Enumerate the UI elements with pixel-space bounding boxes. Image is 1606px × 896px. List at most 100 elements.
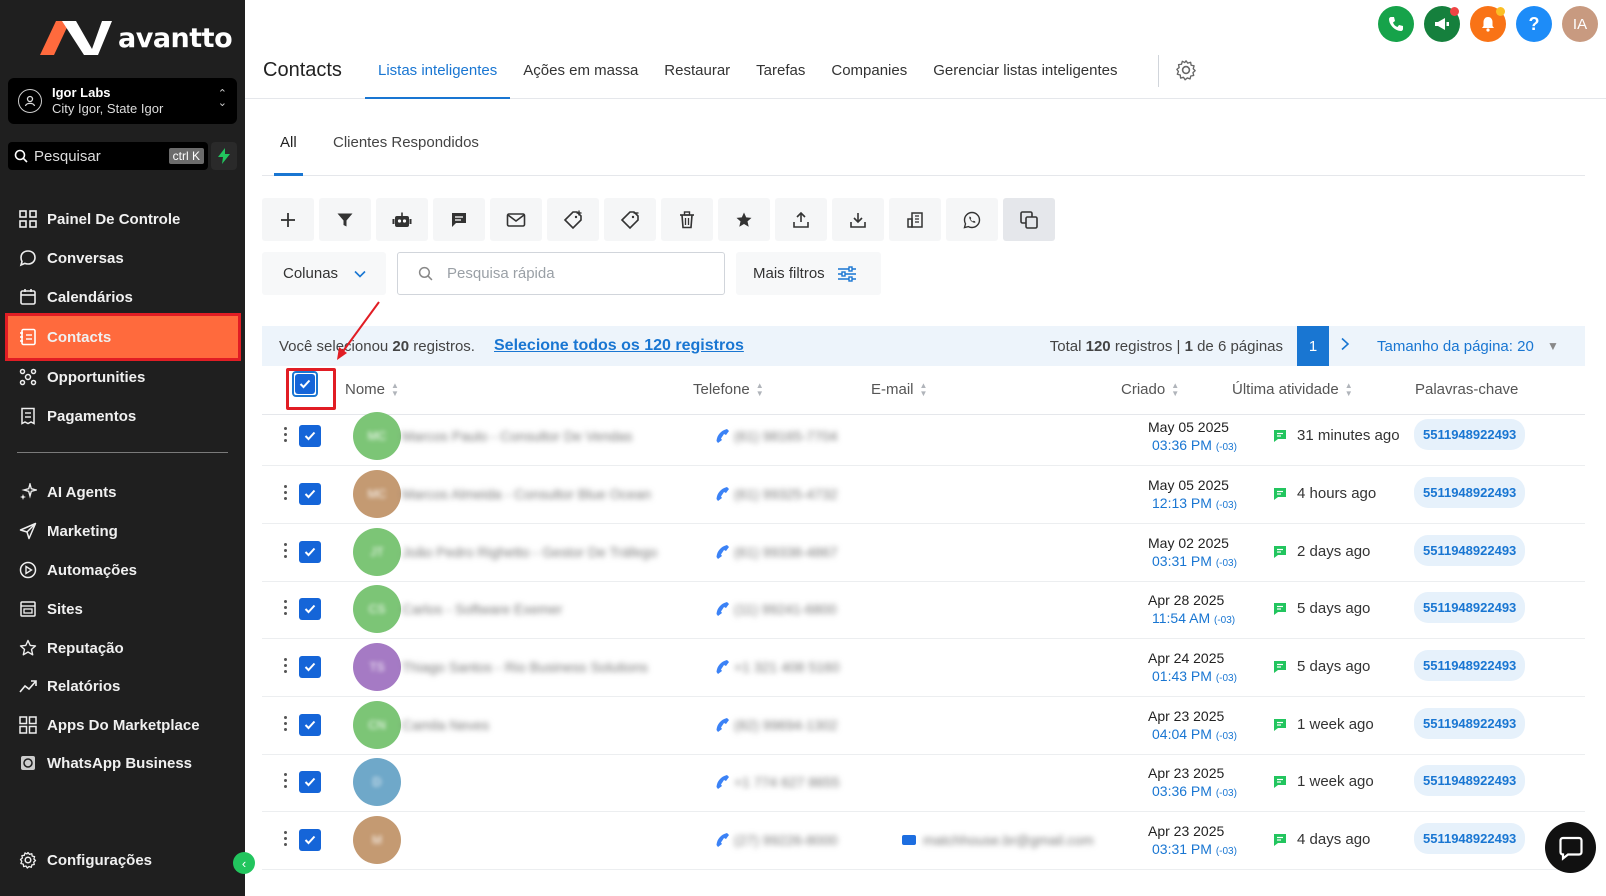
more-filters-button[interactable]: Mais filtros	[736, 252, 881, 295]
brand-logo[interactable]: avantto	[40, 18, 233, 58]
company-button[interactable]	[889, 198, 941, 241]
column-header-palavras-chave[interactable]: Palavras-chave	[1415, 381, 1518, 398]
merge-duplicates-button[interactable]	[1003, 198, 1055, 241]
select-all-records-link[interactable]: Selecione todos os 120 registros	[494, 337, 744, 355]
sidebar-item-payments[interactable]: Pagamentos	[0, 396, 245, 436]
tab-bulk-actions[interactable]: Ações em massa	[510, 45, 651, 99]
column-header-email[interactable]: E-mail ▲ ▼	[871, 381, 927, 398]
review-request-button[interactable]	[718, 198, 770, 241]
sidebar-item-ai-agents[interactable]: AI Agents	[0, 472, 245, 512]
sidebar-item-marketing[interactable]: Marketing	[0, 511, 245, 551]
row-menu-icon[interactable]	[284, 658, 287, 673]
contact-phone[interactable]: (61) 99325-4732	[734, 486, 838, 502]
table-row[interactable]: JT João Pedro Righetto - Gestor De Tráfeg…	[262, 523, 1585, 582]
contact-name[interactable]: Thiago Santos - Rio Business Solutions	[402, 659, 648, 675]
column-header-ultima-atividade[interactable]: Última atividade ▲ ▼	[1232, 381, 1353, 398]
table-row[interactable]: D +1 774 627 8655 Apr 23 2025 03:36 PM (-03…	[262, 753, 1585, 812]
sidebar-item-calendars[interactable]: Calendários	[0, 277, 245, 317]
add-tag-button[interactable]	[547, 198, 599, 241]
keyword-tag[interactable]: 5511948922493	[1414, 592, 1526, 623]
user-avatar[interactable]: IA	[1562, 6, 1598, 42]
sidebar-item-conversations[interactable]: Conversas	[0, 238, 245, 278]
table-row[interactable]: M (27) 99226-8000 matchhouse.br@gmail.com A…	[262, 811, 1585, 870]
row-checkbox[interactable]	[299, 714, 321, 736]
delete-button[interactable]	[661, 198, 713, 241]
export-button[interactable]	[775, 198, 827, 241]
settings-button[interactable]	[1175, 59, 1197, 86]
global-search[interactable]: Pesquisar ctrl K	[8, 142, 208, 170]
sidebar-item-settings[interactable]: Configurações	[0, 840, 245, 880]
row-menu-icon[interactable]	[284, 427, 287, 442]
sidebar-item-sites[interactable]: Sites	[0, 589, 245, 629]
send-email-button[interactable]	[490, 198, 542, 241]
send-sms-button[interactable]	[433, 198, 485, 241]
sidebar-item-whatsapp-business[interactable]: WhatsApp Business	[0, 743, 245, 783]
row-checkbox[interactable]	[299, 541, 321, 563]
contact-name[interactable]: João Pedro Righetto - Gestor De Tráfego	[402, 544, 657, 560]
quick-search-input[interactable]: Pesquisa rápida	[397, 252, 725, 295]
workflow-button[interactable]	[376, 198, 428, 241]
table-row[interactable]: CN Camila Neves (82) 99694-1302 Apr 23 2025…	[262, 696, 1585, 755]
sidebar-item-marketplace-apps[interactable]: Apps Do Marketplace	[0, 705, 245, 745]
keyword-tag[interactable]: 5511948922493	[1414, 477, 1526, 508]
contact-phone[interactable]: (27) 99226-8000	[734, 832, 838, 848]
sidebar-item-automations[interactable]: Automações	[0, 550, 245, 590]
row-checkbox[interactable]	[299, 829, 321, 851]
keyword-tag[interactable]: 5511948922493	[1414, 535, 1526, 566]
row-menu-icon[interactable]	[284, 543, 287, 558]
sidebar-item-dashboard[interactable]: Painel De Controle	[0, 199, 245, 239]
sidebar-item-reputation[interactable]: Reputação	[0, 628, 245, 668]
notifications-button[interactable]	[1470, 6, 1506, 42]
tab-restore[interactable]: Restaurar	[651, 45, 743, 99]
column-header-nome[interactable]: Nome ▲ ▼	[345, 381, 399, 398]
keyword-tag[interactable]: 5511948922493	[1414, 419, 1526, 450]
table-row[interactable]: TS Thiago Santos - Rio Business Solutions…	[262, 638, 1585, 697]
keyword-tag[interactable]: 5511948922493	[1414, 650, 1526, 681]
table-row[interactable]: MC Marcos Paulo - Consultor De Vendas (61)…	[262, 407, 1585, 466]
row-checkbox[interactable]	[299, 483, 321, 505]
column-header-telefone[interactable]: Telefone ▲ ▼	[693, 381, 764, 398]
columns-dropdown[interactable]: Colunas	[262, 252, 386, 295]
contact-phone[interactable]: +1 774 627 8655	[734, 774, 840, 790]
row-checkbox[interactable]	[299, 598, 321, 620]
remove-tag-button[interactable]	[604, 198, 656, 241]
collapse-sidebar-button[interactable]: ‹	[233, 852, 255, 874]
tab-tasks[interactable]: Tarefas	[743, 45, 818, 99]
import-button[interactable]	[832, 198, 884, 241]
contact-phone[interactable]: (61) 99338-4867	[734, 544, 838, 560]
row-checkbox[interactable]	[299, 656, 321, 678]
tab-smart-lists[interactable]: Listas inteligentes	[365, 45, 511, 99]
row-menu-icon[interactable]	[284, 600, 287, 615]
page-size-dropdown[interactable]: Tamanho da página: 20	[1377, 338, 1534, 355]
row-menu-icon[interactable]	[284, 485, 287, 500]
contact-phone[interactable]: (82) 99694-1302	[734, 717, 838, 733]
tab-manage-smart-lists[interactable]: Gerenciar listas inteligentes	[920, 45, 1130, 99]
filter-button[interactable]	[319, 198, 371, 241]
sidebar-item-opportunities[interactable]: Opportunities	[0, 357, 245, 397]
table-row[interactable]: CS Carlos - Software Exemer (11) 99241-680…	[262, 580, 1585, 639]
contact-phone[interactable]: (11) 99241-6800	[734, 601, 836, 617]
announcements-button[interactable]	[1424, 6, 1460, 42]
account-switcher[interactable]: Igor Labs City Igor, State Igor ⌃ ⌄	[8, 78, 237, 124]
column-header-criado[interactable]: Criado ▲ ▼	[1121, 381, 1179, 398]
sidebar-item-reports[interactable]: Relatórios	[0, 666, 245, 706]
row-checkbox[interactable]	[299, 771, 321, 793]
next-page-button[interactable]	[1340, 337, 1350, 356]
contact-name[interactable]: Marcos Almeida - Consultor Blue Ocean	[402, 486, 651, 502]
keyword-tag[interactable]: 5511948922493	[1414, 823, 1526, 854]
add-contact-button[interactable]	[262, 198, 314, 241]
quick-action-button[interactable]	[211, 142, 237, 170]
page-button-1[interactable]: 1	[1297, 326, 1329, 366]
keyword-tag[interactable]: 5511948922493	[1414, 765, 1526, 796]
row-menu-icon[interactable]	[284, 716, 287, 731]
row-menu-icon[interactable]	[284, 773, 287, 788]
subtab-clientes-respondidos[interactable]: Clientes Respondidos	[333, 134, 479, 176]
contact-email[interactable]: matchhouse.br@gmail.com	[923, 832, 1094, 848]
table-row[interactable]: MC Marcos Almeida - Consultor Blue Ocean (…	[262, 465, 1585, 524]
contact-phone[interactable]: +1 321 408 5160	[734, 659, 840, 675]
sidebar-item-contacts[interactable]: Contacts	[5, 313, 241, 361]
contact-name[interactable]: Marcos Paulo - Consultor De Vendas	[402, 428, 632, 444]
whatsapp-button[interactable]	[946, 198, 998, 241]
contact-phone[interactable]: (61) 98165-7704	[734, 428, 838, 444]
help-button[interactable]: ?	[1516, 6, 1552, 42]
